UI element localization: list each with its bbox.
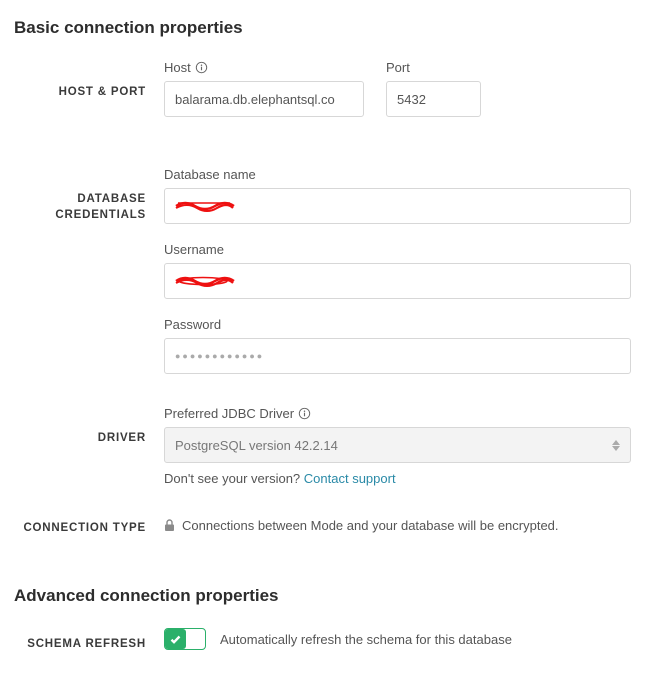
- redacted-mark: [175, 199, 235, 213]
- host-field-label: Host: [164, 60, 191, 75]
- chevron-updown-icon: [612, 440, 620, 451]
- basic-section-title: Basic connection properties: [14, 18, 631, 38]
- password-field-label: Password: [164, 317, 221, 332]
- username-field-label: Username: [164, 242, 224, 257]
- driver-select[interactable]: PostgreSQL version 42.2.14: [164, 427, 631, 463]
- driver-selected-value: PostgreSQL version 42.2.14: [175, 438, 338, 453]
- connection-type-text: Connections between Mode and your databa…: [182, 518, 559, 533]
- driver-field-label: Preferred JDBC Driver: [164, 406, 294, 421]
- host-port-label: HOST & PORT: [14, 60, 164, 135]
- host-input[interactable]: [164, 81, 364, 117]
- driver-helper-text: Don't see your version? Contact support: [164, 471, 631, 486]
- password-input[interactable]: [164, 338, 631, 374]
- connection-type-label: CONNECTION TYPE: [14, 518, 164, 536]
- lock-icon: [164, 519, 175, 532]
- port-field-label: Port: [386, 60, 410, 75]
- driver-row: DRIVER Preferred JDBC Driver PostgreSQL …: [14, 406, 631, 486]
- connection-type-row: CONNECTION TYPE Connections between Mode…: [14, 518, 631, 536]
- credentials-row: DATABASE CREDENTIALS Database name Usern…: [14, 167, 631, 374]
- credentials-label: DATABASE CREDENTIALS: [14, 167, 164, 374]
- contact-support-link[interactable]: Contact support: [304, 471, 396, 486]
- port-input[interactable]: [386, 81, 481, 117]
- dbname-input[interactable]: [164, 188, 631, 224]
- schema-refresh-toggle[interactable]: [164, 628, 206, 650]
- host-port-row: HOST & PORT Host Port: [14, 60, 631, 135]
- schema-refresh-label: SCHEMA REFRESH: [14, 628, 164, 652]
- dbname-field-label: Database name: [164, 167, 256, 182]
- info-icon[interactable]: [195, 61, 208, 74]
- info-icon[interactable]: [298, 407, 311, 420]
- redacted-mark: [175, 274, 235, 288]
- username-input[interactable]: [164, 263, 631, 299]
- schema-refresh-row: SCHEMA REFRESH Automatically refresh the…: [14, 628, 631, 652]
- advanced-section-title: Advanced connection properties: [14, 586, 631, 606]
- driver-label: DRIVER: [14, 406, 164, 486]
- schema-refresh-text: Automatically refresh the schema for thi…: [220, 632, 512, 647]
